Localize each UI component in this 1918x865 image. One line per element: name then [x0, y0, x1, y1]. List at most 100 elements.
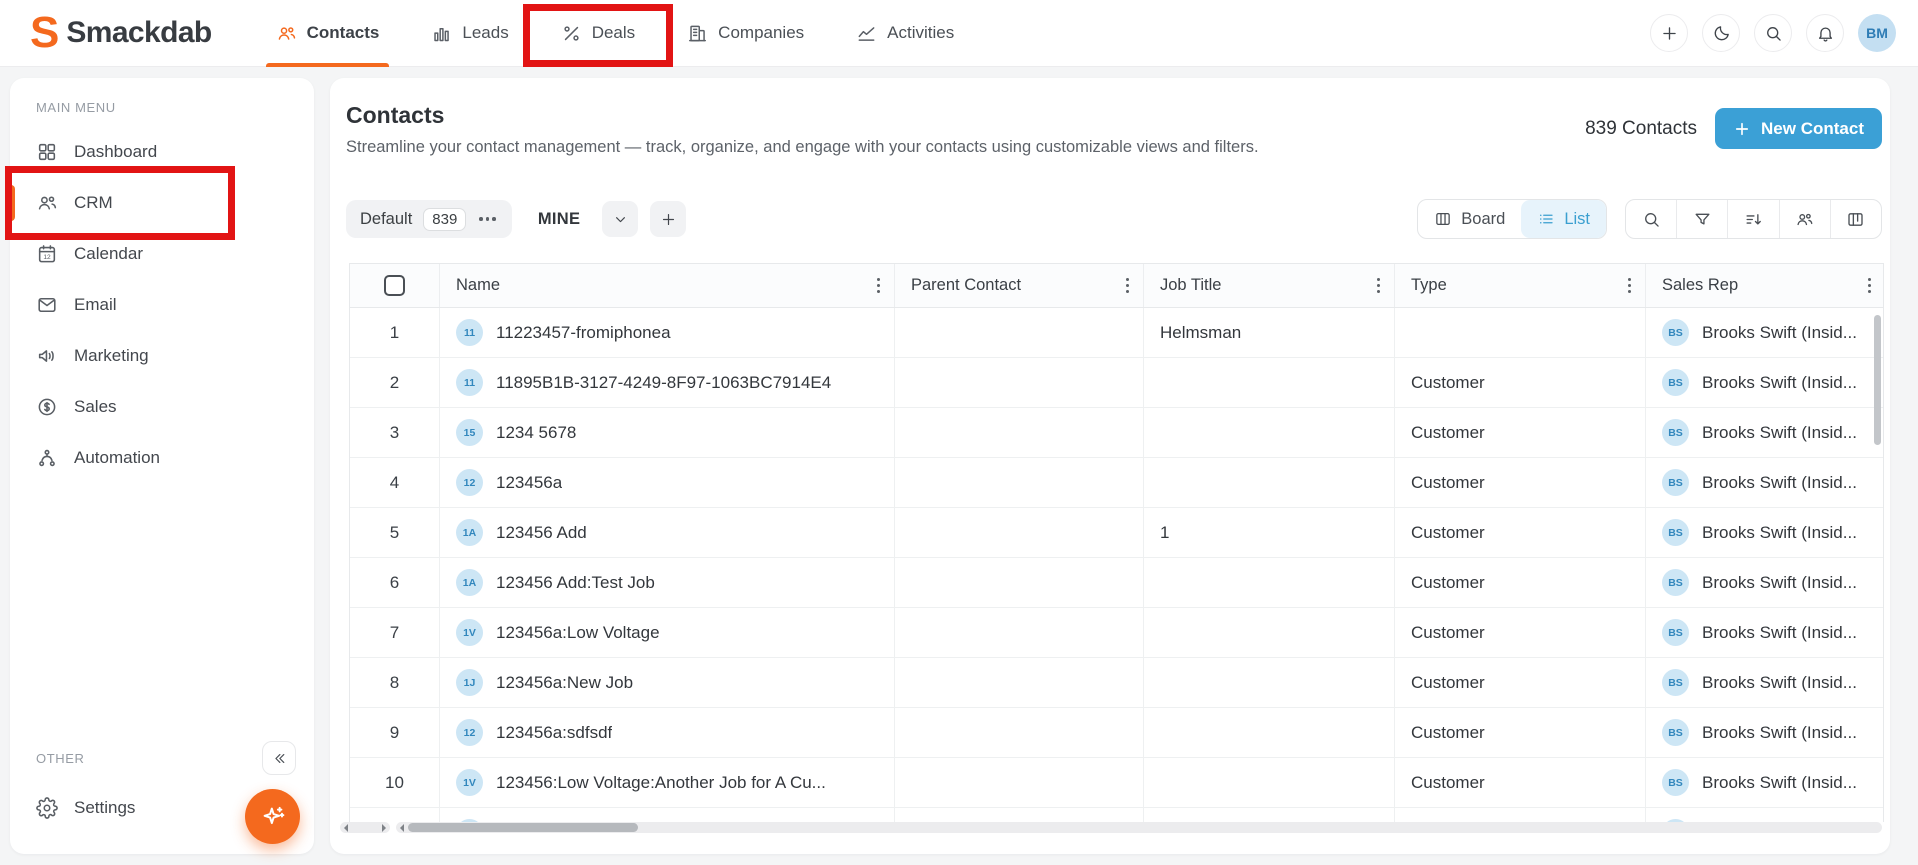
- parent-contact-cell[interactable]: [895, 608, 1144, 657]
- job-title-cell[interactable]: [1144, 558, 1395, 607]
- parent-contact-cell[interactable]: [895, 658, 1144, 707]
- type-cell[interactable]: Customer: [1395, 508, 1646, 557]
- tab-leads[interactable]: Leads: [405, 0, 534, 67]
- vertical-scrollbar[interactable]: [1874, 315, 1881, 445]
- name-cell[interactable]: 1A123456 Add:Test Job: [440, 558, 895, 607]
- table-row[interactable]: 3151234 5678CustomerBSBrooks Swift (Insi…: [350, 408, 1883, 458]
- column-menu-icon[interactable]: [1373, 274, 1385, 298]
- parent-contact-cell[interactable]: [895, 308, 1144, 357]
- table-row[interactable]: 101V123456:Low Voltage:Another Job for A…: [350, 758, 1883, 808]
- user-avatar[interactable]: BM: [1858, 14, 1896, 52]
- column-menu-icon[interactable]: [1864, 274, 1876, 298]
- type-cell[interactable]: Customer: [1395, 358, 1646, 407]
- job-title-cell[interactable]: [1144, 358, 1395, 407]
- dark-mode-button[interactable]: [1702, 14, 1740, 52]
- table-row[interactable]: 51A123456 Add1CustomerBSBrooks Swift (In…: [350, 508, 1883, 558]
- type-cell[interactable]: [1395, 308, 1646, 357]
- sales-rep-cell[interactable]: BSBrooks Swift (Insid...: [1646, 758, 1884, 807]
- sidebar-item-calendar[interactable]: 12Calendar: [10, 231, 314, 277]
- name-cell[interactable]: 1V123456a:Low Voltage: [440, 608, 895, 657]
- column-menu-icon[interactable]: [1624, 274, 1636, 298]
- name-cell[interactable]: 1J123456a:New Job: [440, 658, 895, 707]
- sales-rep-cell[interactable]: BSBrooks Swift (Insid...: [1646, 658, 1884, 707]
- parent-contact-cell[interactable]: [895, 408, 1144, 457]
- parent-contact-cell[interactable]: [895, 458, 1144, 507]
- view-tab-default[interactable]: Default 839: [346, 200, 512, 238]
- type-cell[interactable]: Customer: [1395, 408, 1646, 457]
- columns-tool-button[interactable]: [1831, 200, 1881, 238]
- sales-rep-cell[interactable]: BSBrooks Swift (Insid...: [1646, 608, 1884, 657]
- frozen-horizontal-scrollbar[interactable]: [340, 822, 390, 833]
- job-title-cell[interactable]: [1144, 808, 1395, 822]
- filter-tool-button[interactable]: [1677, 200, 1728, 238]
- sidebar-item-dashboard[interactable]: Dashboard: [10, 129, 314, 175]
- job-title-cell[interactable]: [1144, 658, 1395, 707]
- brand[interactable]: S Smackdab: [30, 11, 212, 55]
- parent-contact-cell[interactable]: [895, 508, 1144, 557]
- select-all-checkbox[interactable]: [384, 275, 405, 296]
- sales-rep-cell[interactable]: BSBrooks Swift (Insid...: [1646, 408, 1884, 457]
- horizontal-scrollbar[interactable]: [396, 822, 1882, 833]
- type-cell[interactable]: Customer: [1395, 458, 1646, 507]
- table-row[interactable]: 412123456aCustomerBSBrooks Swift (Insid.…: [350, 458, 1883, 508]
- type-cell[interactable]: Customer: [1395, 558, 1646, 607]
- board-view-toggle[interactable]: Board: [1418, 200, 1521, 238]
- type-cell[interactable]: Customer: [1395, 708, 1646, 757]
- sales-rep-cell[interactable]: BSBrooks Swift (Insid...: [1646, 458, 1884, 507]
- parent-contact-cell[interactable]: [895, 358, 1144, 407]
- table-row[interactable]: 71V123456a:Low VoltageCustomerBSBrooks S…: [350, 608, 1883, 658]
- search-button[interactable]: [1754, 14, 1792, 52]
- parent-contact-cell[interactable]: [895, 808, 1144, 822]
- sales-rep-cell[interactable]: BSBrooks Swift (Insid...: [1646, 708, 1884, 757]
- job-title-cell[interactable]: [1144, 608, 1395, 657]
- table-row[interactable]: 912123456a:sdfsdfCustomerBSBrooks Swift …: [350, 708, 1883, 758]
- name-cell[interactable]: 1111895B1B-3127-4249-8F97-1063BC7914E4: [440, 358, 895, 407]
- job-title-cell[interactable]: [1144, 758, 1395, 807]
- sidebar-item-email[interactable]: Email: [10, 282, 314, 328]
- job-title-cell[interactable]: 1: [1144, 508, 1395, 557]
- parent-contact-cell[interactable]: [895, 708, 1144, 757]
- table-row[interactable]: 11111223457-fromiphoneaHelmsmanBSBrooks …: [350, 308, 1883, 358]
- sidebar-item-automation[interactable]: Automation: [10, 435, 314, 481]
- new-contact-button[interactable]: New Contact: [1715, 108, 1882, 149]
- sort-tool-button[interactable]: [1728, 200, 1779, 238]
- name-cell[interactable]: 1A123456 Add: [440, 508, 895, 557]
- scope-dropdown-button[interactable]: [602, 201, 638, 237]
- sales-rep-cell[interactable]: BSBrooks Swift (Insid...: [1646, 358, 1884, 407]
- name-cell[interactable]: 151234 5678: [440, 408, 895, 457]
- list-view-toggle[interactable]: List: [1521, 200, 1606, 238]
- type-cell[interactable]: Customer: [1395, 658, 1646, 707]
- add-button[interactable]: [1650, 14, 1688, 52]
- job-title-cell[interactable]: Helmsman: [1144, 308, 1395, 357]
- search-tool-button[interactable]: [1626, 200, 1677, 238]
- type-cell[interactable]: [1395, 808, 1646, 822]
- horizontal-scrollbar-thumb[interactable]: [408, 823, 638, 832]
- column-menu-icon[interactable]: [1122, 274, 1134, 298]
- collapse-sidebar-button[interactable]: [262, 741, 296, 775]
- type-cell[interactable]: Customer: [1395, 608, 1646, 657]
- name-cell[interactable]: 1V123456:Low Voltage:Another Job for A C…: [440, 758, 895, 807]
- parent-contact-cell[interactable]: [895, 758, 1144, 807]
- sidebar-item-crm[interactable]: CRM: [10, 180, 314, 226]
- job-title-cell[interactable]: [1144, 458, 1395, 507]
- sales-rep-cell[interactable]: BSBrooks Swift (Insid...: [1646, 508, 1884, 557]
- notifications-button[interactable]: [1806, 14, 1844, 52]
- sales-rep-cell[interactable]: [1646, 808, 1884, 822]
- name-cell[interactable]: 1111223457-fromiphonea: [440, 308, 895, 357]
- tab-activities[interactable]: Activities: [830, 0, 980, 67]
- view-menu-icon[interactable]: [477, 215, 498, 223]
- tab-deals[interactable]: Deals: [535, 0, 661, 67]
- job-title-cell[interactable]: [1144, 408, 1395, 457]
- tab-contacts[interactable]: Contacts: [250, 0, 406, 67]
- sidebar-item-sales[interactable]: Sales: [10, 384, 314, 430]
- people-tool-button[interactable]: [1780, 200, 1831, 238]
- parent-contact-cell[interactable]: [895, 558, 1144, 607]
- table-row[interactable]: 81J123456a:New JobCustomerBSBrooks Swift…: [350, 658, 1883, 708]
- tab-companies[interactable]: Companies: [661, 0, 830, 67]
- job-title-cell[interactable]: [1144, 708, 1395, 757]
- type-cell[interactable]: Customer: [1395, 758, 1646, 807]
- table-row[interactable]: 21111895B1B-3127-4249-8F97-1063BC7914E4C…: [350, 358, 1883, 408]
- name-cell[interactable]: [440, 808, 895, 822]
- ai-assistant-fab[interactable]: [245, 789, 300, 844]
- table-row[interactable]: 61A123456 Add:Test JobCustomerBSBrooks S…: [350, 558, 1883, 608]
